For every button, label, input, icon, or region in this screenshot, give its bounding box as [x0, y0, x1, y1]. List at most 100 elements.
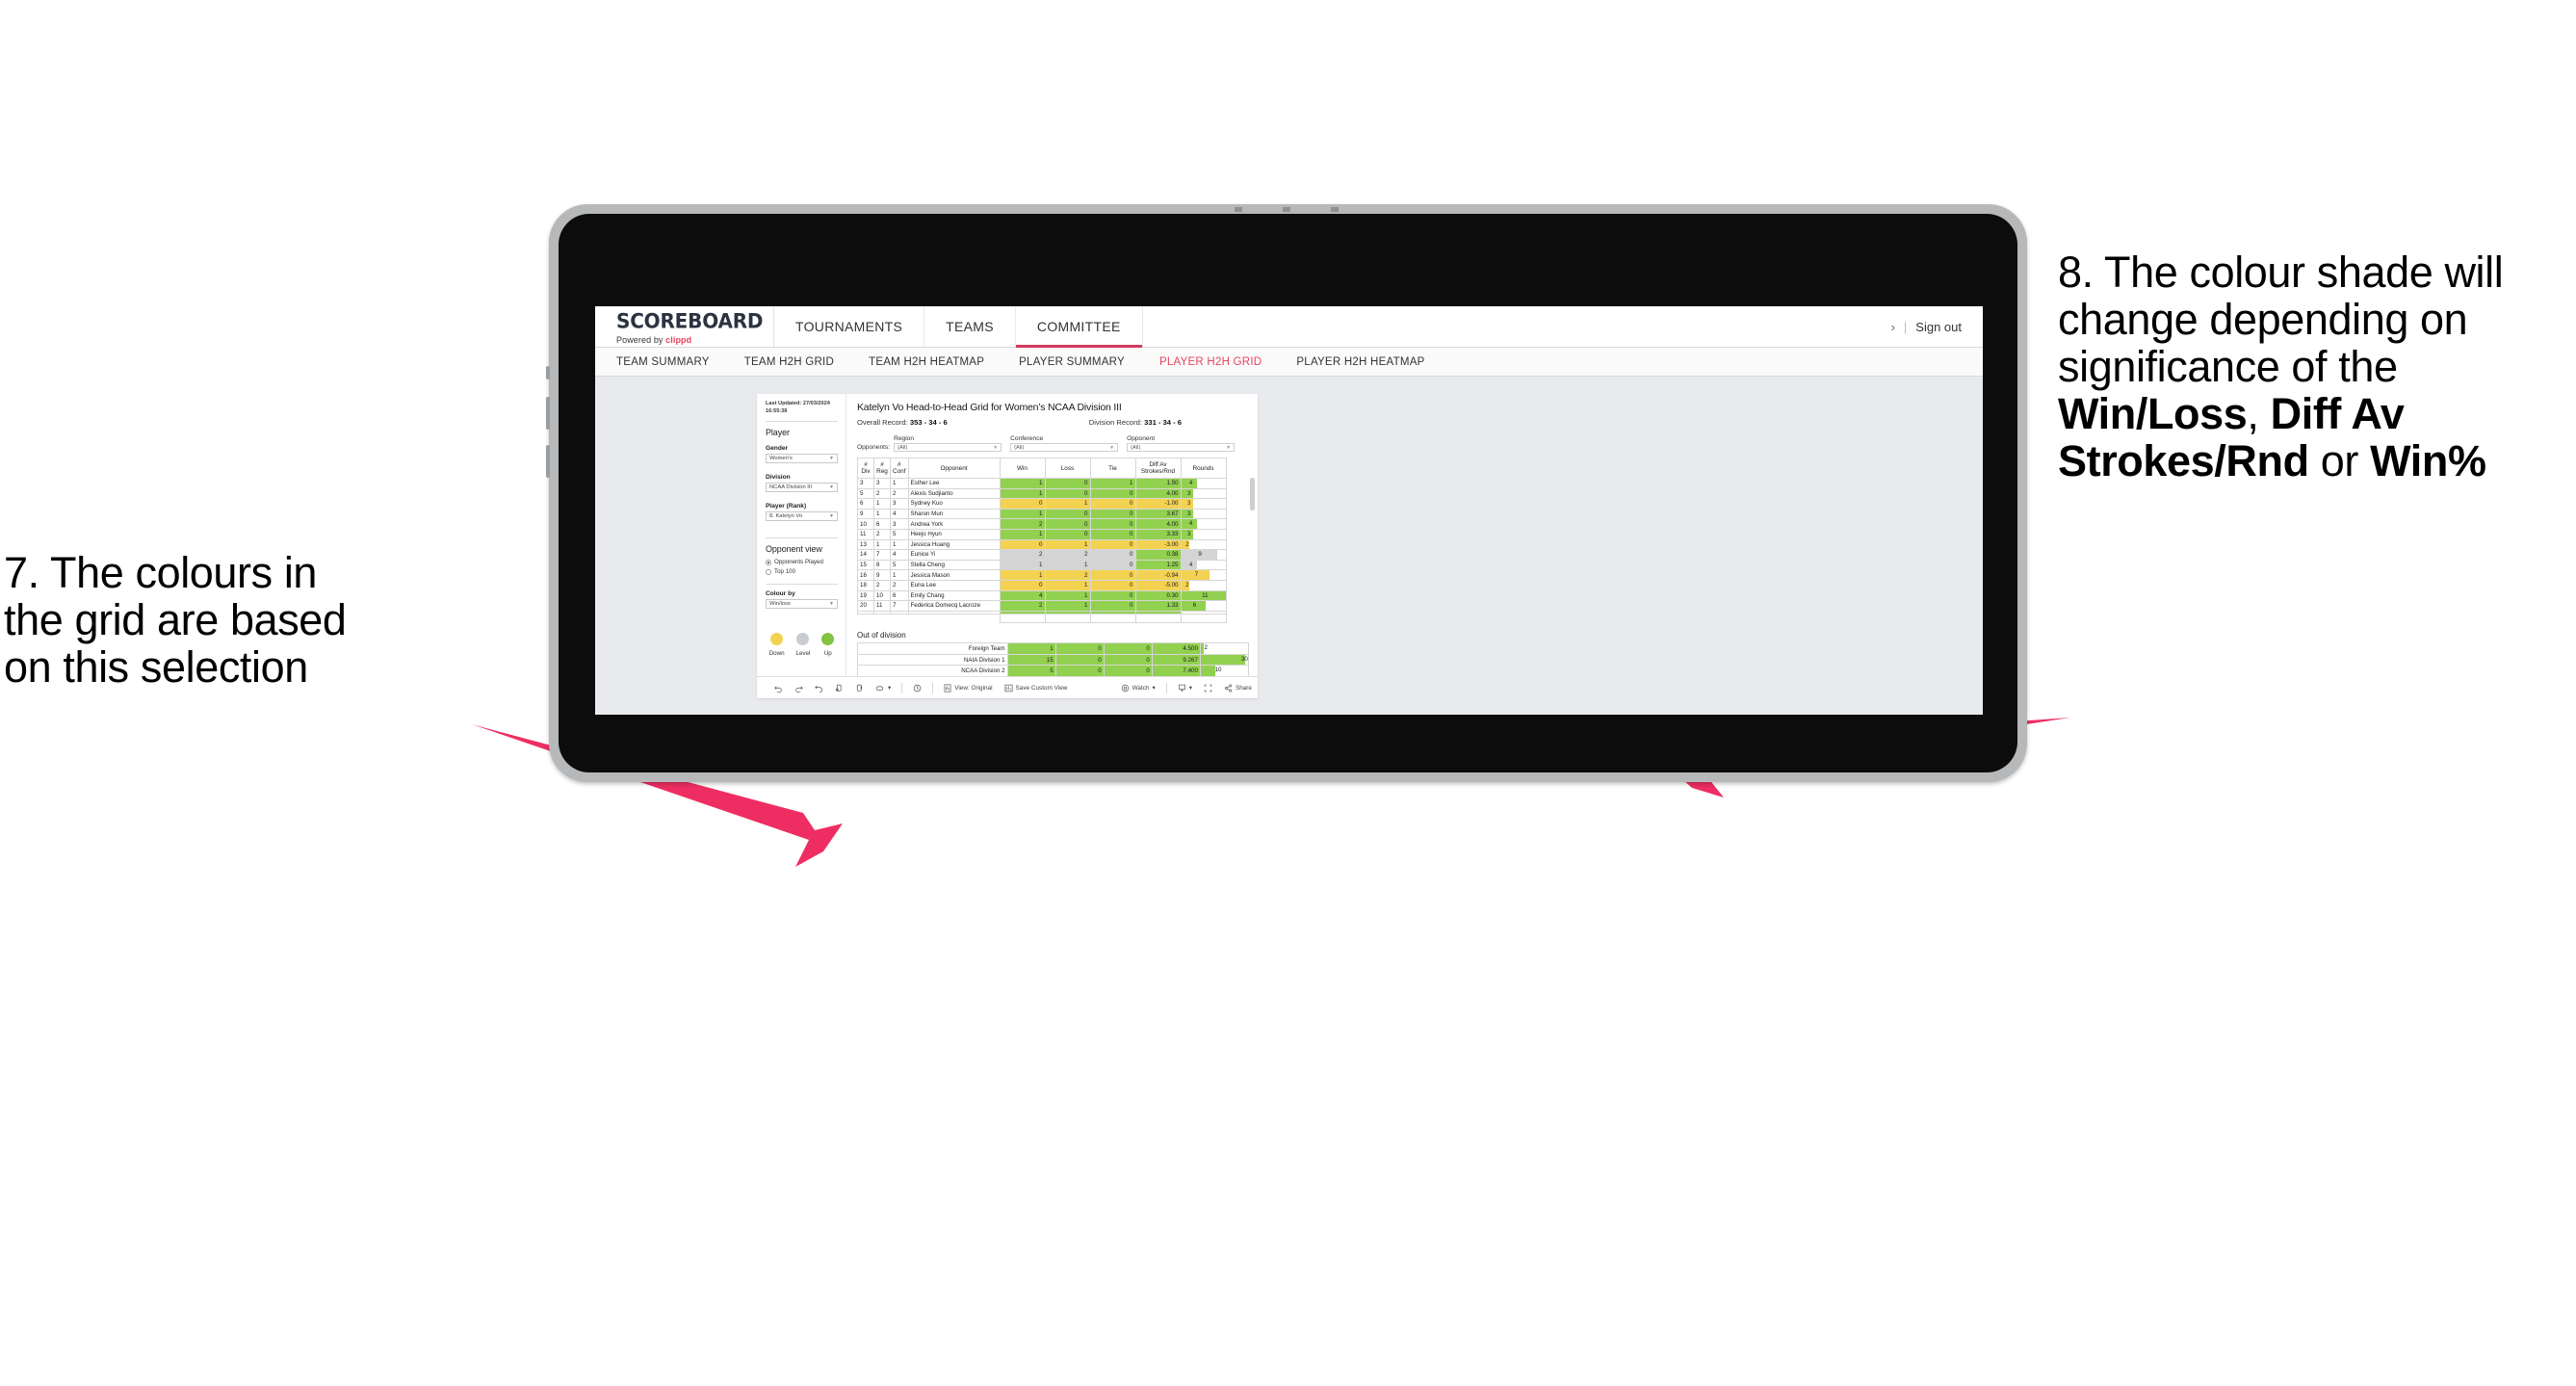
col-div-line2: Div	[861, 468, 871, 475]
cell-rounds: 2	[1180, 579, 1227, 591]
rounds-value: 3	[1187, 489, 1191, 497]
table-row[interactable]: 13 1 1 Jessica Huang 0 1 0 -3.00 2	[857, 538, 1227, 551]
col-div-line1: #	[864, 461, 868, 468]
radio-top-100[interactable]: Top 100	[766, 568, 838, 575]
cell-div: 11	[857, 528, 874, 540]
subnav-player-summary[interactable]: PLAYER SUMMARY	[1019, 356, 1144, 368]
subnav-player-h2h-heatmap[interactable]: PLAYER H2H HEATMAP	[1296, 356, 1444, 368]
cell-ood-win: 1	[1006, 642, 1056, 655]
radio-icon-selected	[766, 559, 771, 565]
cell-opponent: Esther Lee	[907, 478, 1001, 489]
cell-loss: 2	[1044, 569, 1091, 581]
cell-ood-name: NCAA Division 2	[857, 665, 1008, 677]
col-tie: Tie	[1089, 458, 1136, 479]
gender-select[interactable]: Women’s ▼	[766, 454, 838, 464]
player-rank-label: Player (Rank)	[766, 503, 807, 510]
annotation-left: 7. The colours in the grid are based on …	[4, 549, 524, 691]
view-original-button[interactable]: View: Original	[938, 684, 998, 693]
subnav-team-h2h-grid[interactable]: TEAM H2H GRID	[744, 356, 853, 368]
table-row[interactable]: 16 9 1 Jessica Mason 1 2 0 -0.94 7	[857, 569, 1227, 581]
sign-out-link[interactable]: Sign out	[1915, 320, 1962, 334]
legend-item-level: Level	[796, 633, 810, 657]
brand-logo[interactable]: SCOREBOARD Powered by clippd	[595, 306, 774, 347]
cell-div: 3	[857, 478, 874, 489]
download-button[interactable]: ▾	[1172, 684, 1198, 693]
out-of-division-row[interactable]: Foreign Team 1 0 0 4.500 2	[857, 642, 1250, 655]
save-custom-view-button[interactable]: Save Custom View	[999, 684, 1074, 693]
filter-conference-select[interactable]: (All) ▼	[1010, 443, 1119, 452]
cell-loss: 2	[1044, 549, 1091, 561]
highlight-button[interactable]	[907, 684, 927, 693]
cell-opponent: Sharon Mun	[907, 508, 1001, 520]
nav-committee[interactable]: COMMITTEE	[1015, 306, 1143, 348]
nav-divider: |	[1903, 319, 1908, 334]
chevron-right-icon[interactable]: ›	[1891, 320, 1895, 334]
table-row[interactable]: 20 11 7 Federica Domecq Lacroze 2 1 0 1.33 6	[857, 600, 1227, 612]
nav-tournaments[interactable]: TOURNAMENTS	[774, 306, 925, 347]
sub-navigation: TEAM SUMMARY TEAM H2H GRID TEAM H2H HEAT…	[595, 348, 1983, 377]
col-rounds-label: Rounds	[1192, 464, 1214, 472]
top-navigation: SCOREBOARD Powered by clippd TOURNAMENTS…	[595, 306, 1983, 348]
col-conf-line2: Conf	[893, 468, 906, 475]
cell-opponent: Jessica Huang	[907, 538, 1001, 551]
chevron-down-icon: ▼	[829, 456, 834, 462]
cell-rounds: 11	[1180, 589, 1227, 602]
cell-conf: 4	[890, 508, 909, 520]
division-select[interactable]: NCAA Division III ▼	[766, 483, 838, 493]
division-label: Division	[766, 474, 791, 482]
filter-region-select[interactable]: (All) ▼	[894, 443, 1002, 452]
spacer-left	[857, 613, 1000, 623]
cell-conf: 2	[890, 487, 909, 500]
cell-diff-av-strokes: 4.00	[1134, 518, 1182, 530]
cell-ood-name: NAIA Division 1	[857, 653, 1008, 667]
revert-button[interactable]	[809, 684, 829, 693]
table-row[interactable]: 6 1 3 Sydney Kuo 0 1 0 -1.00 3	[857, 498, 1227, 510]
nav-teams[interactable]: TEAMS	[924, 306, 1016, 347]
cell-diff-av-strokes: -0.94	[1134, 569, 1182, 581]
cell-diff-av-strokes: 3.33	[1134, 528, 1182, 540]
table-row[interactable]: 10 6 3 Andrea York 2 0 0 4.00 4	[857, 518, 1227, 530]
undo-button[interactable]	[768, 684, 789, 693]
opponents-label: Opponents:	[857, 444, 891, 451]
spacer-diff	[1134, 613, 1182, 624]
watch-button[interactable]: Watch ▾	[1115, 684, 1161, 693]
subnav-team-h2h-heatmap[interactable]: TEAM H2H HEATMAP	[869, 356, 1003, 368]
zoom-dropdown[interactable]: ▾	[870, 684, 897, 693]
cell-div: 19	[857, 589, 874, 602]
cell-tie: 0	[1089, 508, 1136, 520]
col-conf: # Conf	[890, 458, 909, 479]
divider	[766, 584, 838, 586]
cell-tie: 1	[1089, 478, 1136, 489]
filter-opponent-select[interactable]: (All) ▼	[1127, 443, 1236, 452]
table-row[interactable]: 3 3 1 Esther Lee 1 0 1 1.50 4	[857, 478, 1227, 489]
table-row[interactable]: 19 10 6 Emily Chang 4 1 0 0.30 11	[857, 589, 1227, 602]
fullscreen-button[interactable]	[1198, 684, 1218, 693]
subnav-team-summary[interactable]: TEAM SUMMARY	[616, 356, 729, 368]
table-row[interactable]: 15 8 5 Stella Cheng 1 1 0 1.25 4	[857, 559, 1227, 571]
out-of-division-row[interactable]: NCAA Division 2 5 0 0 7.400 10	[857, 665, 1250, 677]
subnav-player-h2h-grid[interactable]: PLAYER H2H GRID	[1159, 356, 1281, 368]
watch-label: Watch	[1132, 684, 1150, 692]
colour-by-select[interactable]: Win/loss ▼	[766, 599, 838, 610]
table-scrollbar[interactable]	[1250, 478, 1255, 510]
records-row: Overall Record: 353 - 34 - 6 Division Re…	[857, 418, 1249, 427]
table-row[interactable]: 5 2 2 Alexis Sudjianto 1 0 0 4.00 3	[857, 487, 1227, 500]
table-row[interactable]: 18 2 2 Euna Lee 0 1 0 -5.00 2	[857, 579, 1227, 591]
table-row[interactable]: 14 7 4 Eunice Yi 2 2 0 0.38 9	[857, 549, 1227, 561]
table-row[interactable]: 11 2 5 Heejo Hyun 1 0 0 3.33 3	[857, 528, 1227, 540]
pause-updates-button[interactable]	[849, 684, 870, 693]
rounds-value: 2	[1185, 581, 1189, 588]
refresh-button[interactable]	[829, 684, 849, 693]
redo-button[interactable]	[789, 684, 809, 693]
cell-opponent: Stella Cheng	[907, 559, 1001, 571]
player-rank-select[interactable]: 8. Katelyn Vo ▼	[766, 511, 838, 522]
rounds-value: 30	[1240, 655, 1248, 663]
out-of-division-row[interactable]: NAIA Division 1 15 0 0 9.267 30	[857, 653, 1250, 667]
cell-reg: 11	[873, 600, 891, 612]
chevron-down-icon: ▼	[829, 484, 834, 491]
radio-opponents-played[interactable]: Opponents Played	[766, 559, 838, 565]
share-button[interactable]: Share	[1218, 684, 1258, 693]
brand-tagline-clippd: clippd	[665, 334, 692, 345]
cell-rounds	[1180, 610, 1227, 615]
table-row[interactable]: 9 1 4 Sharon Mun 1 0 0 3.67 3	[857, 508, 1227, 520]
